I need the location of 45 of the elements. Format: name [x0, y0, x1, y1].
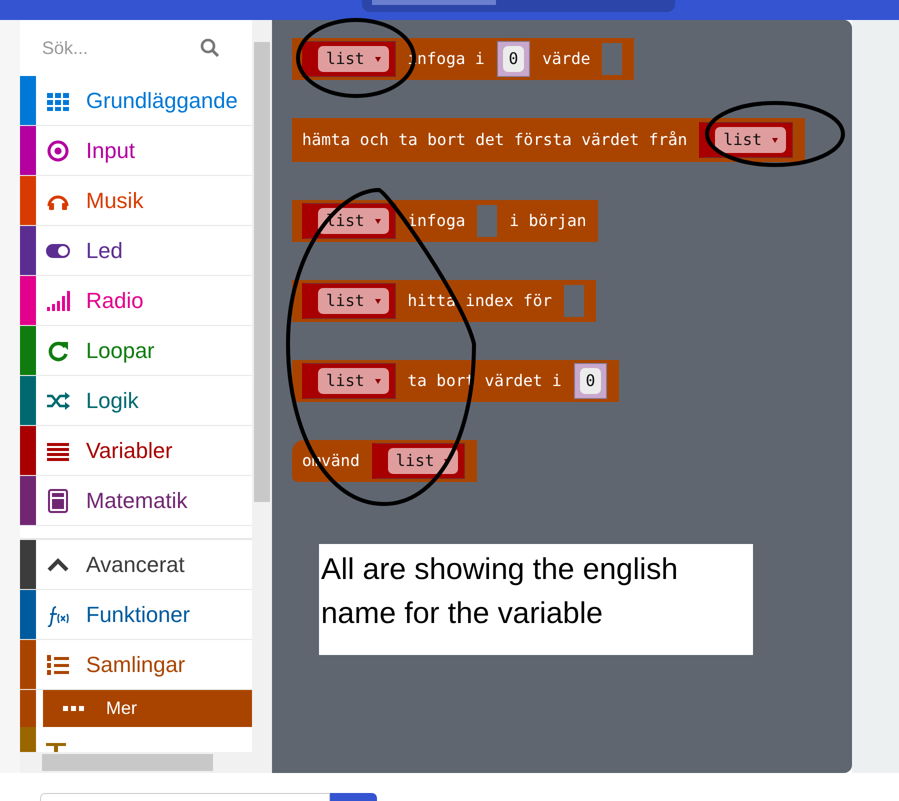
code-block[interactable]: list hitta index för: [292, 280, 596, 322]
vertical-scrollbar[interactable]: [252, 20, 272, 773]
category-item[interactable]: Avancerat: [36, 540, 252, 589]
variable-dropdown[interactable]: list: [318, 46, 389, 72]
caret-icon: [772, 138, 778, 142]
empty-slot: [602, 43, 622, 75]
category-item[interactable]: Samlingar: [36, 640, 252, 689]
category-item[interactable]: Input: [36, 126, 252, 175]
caret-icon: [374, 378, 381, 384]
signal-bars-icon: [46, 288, 70, 312]
horizontal-scrollbar[interactable]: [20, 752, 252, 773]
variable-dropdown[interactable]: list: [388, 448, 458, 474]
variable-dropdown[interactable]: list: [318, 288, 389, 314]
header-tab[interactable]: [362, 0, 675, 12]
block-label: hämta och ta bort det första värdet från: [302, 129, 688, 151]
code-block[interactable]: hämta och ta bort det första värdet från list: [292, 118, 805, 162]
caret-icon: [374, 298, 381, 304]
category-subitem[interactable]: Mer: [43, 690, 252, 727]
category-item[interactable]: Matematik: [36, 476, 252, 525]
number-field[interactable]: 0: [580, 368, 602, 394]
input-field[interactable]: [40, 793, 330, 801]
dots-icon: [63, 706, 84, 711]
block-label: infoga: [408, 210, 466, 232]
variable-dropdown[interactable]: list: [318, 368, 389, 394]
empty-slot: [564, 285, 584, 317]
category-item[interactable]: Loopar: [36, 326, 252, 375]
category-item[interactable]: Musik: [36, 176, 252, 225]
submit-button[interactable]: [330, 793, 377, 801]
search-icon[interactable]: [200, 38, 220, 58]
calculator-icon: [46, 488, 70, 512]
target-icon: [46, 138, 70, 162]
category-item[interactable]: Led: [36, 226, 252, 275]
category-item[interactable]: Logik: [36, 376, 252, 425]
caret-icon: [374, 56, 381, 62]
number-field[interactable]: 0: [502, 46, 524, 72]
category-item[interactable]: Radio: [36, 276, 252, 325]
category-item[interactable]: Variabler: [36, 426, 252, 475]
block-label: i början: [509, 210, 586, 232]
annotation-note: All are showing the english name for the variable: [319, 544, 753, 655]
numbered-list-icon: [46, 652, 70, 676]
variable-dropdown[interactable]: list: [715, 127, 786, 153]
block-label: värde: [542, 48, 590, 70]
category-item[interactable]: Funktioner: [36, 590, 252, 639]
category-item[interactable]: Grundläggande: [36, 76, 252, 125]
block-label: hitta index för: [408, 290, 552, 312]
